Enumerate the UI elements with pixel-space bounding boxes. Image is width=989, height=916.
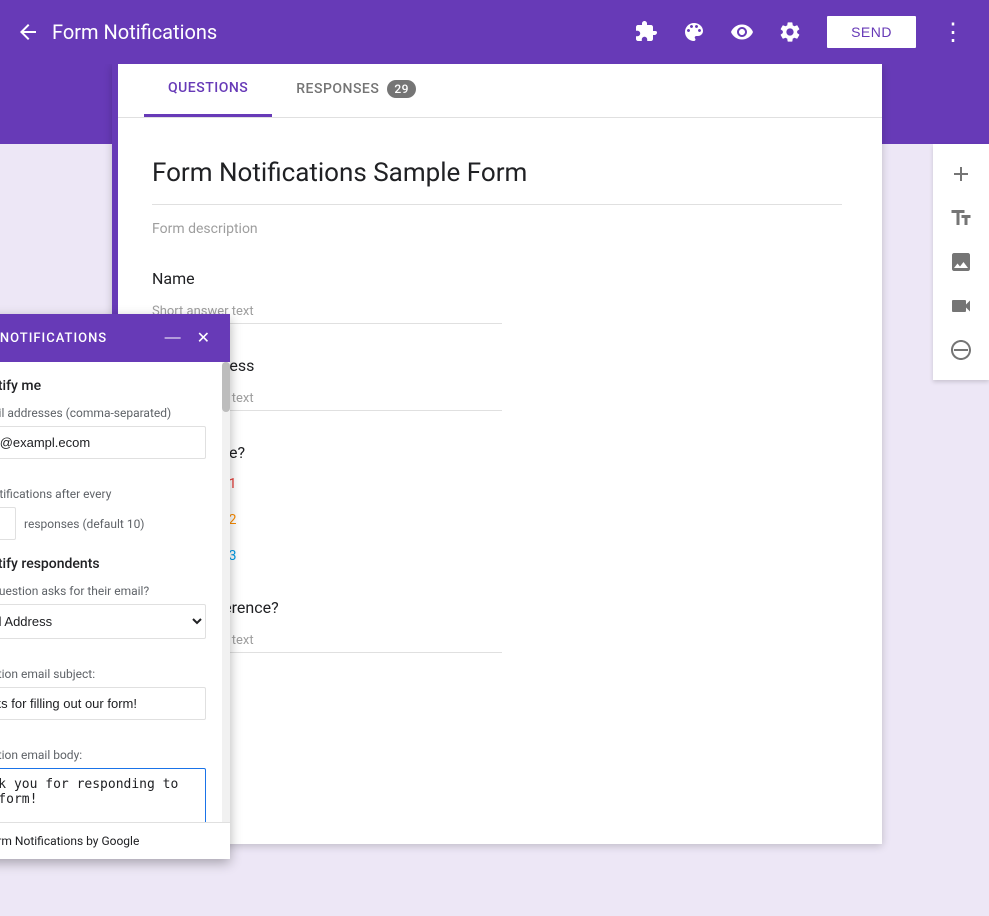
notify-respondents-label: Notify respondents	[0, 556, 100, 572]
name-field: Name Short answer text	[152, 269, 842, 324]
notifications-panel: FORM NOTIFICATIONS — ✕ Notify me My em	[0, 314, 230, 859]
email-field: Email Address Short answer text	[152, 356, 842, 411]
settings-icon-button[interactable]	[770, 12, 810, 52]
notifications-title: FORM NOTIFICATIONS	[0, 331, 107, 346]
email-section: My email addresses (comma-separated)	[0, 406, 206, 471]
which-question-label: Which question asks for their email?	[0, 584, 206, 598]
header: Form Notifications SEND ⋮	[0, 0, 989, 64]
eye-icon-button[interactable]	[722, 12, 762, 52]
your-choice-field: Your Choice? Option 1 Option 2 Option 3	[152, 443, 842, 566]
radio-option-1: Option 1	[152, 474, 842, 494]
add-image-button[interactable]	[939, 240, 983, 284]
notify-me-label: Notify me	[0, 378, 41, 394]
body-label: Notification email body:	[0, 748, 206, 762]
email-input[interactable]	[0, 426, 206, 459]
body-section: Notification email body: Thank you for r…	[0, 748, 206, 822]
notify-me-row: Notify me	[0, 378, 206, 394]
send-after-label: Send notifications after every	[0, 487, 206, 501]
send-after-section: Send notifications after every responses…	[0, 487, 206, 540]
which-question-select[interactable]: Email Address	[0, 604, 206, 639]
send-button[interactable]: SEND	[826, 15, 917, 49]
add-text-button[interactable]	[939, 196, 983, 240]
close-button[interactable]: ✕	[193, 326, 214, 350]
add-divider-button[interactable]	[939, 328, 983, 372]
tabs-container: QUESTIONS RESPONSES 29	[112, 64, 882, 118]
sidebar-icons	[933, 144, 989, 380]
radio-option-2: Option 2	[152, 510, 842, 530]
notifications-header: FORM NOTIFICATIONS — ✕	[0, 314, 230, 362]
header-left: Form Notifications	[16, 20, 626, 44]
send-after-input[interactable]	[0, 507, 16, 540]
subject-input[interactable]	[0, 687, 206, 720]
your-choice-label: Your Choice?	[152, 443, 842, 462]
form-description: Form description	[152, 221, 842, 237]
puzzle-icon-button[interactable]	[626, 12, 666, 52]
responses-badge: 29	[387, 80, 416, 98]
form-title: Form Notifications Sample Form	[152, 158, 842, 205]
more-options-button[interactable]: ⋮	[933, 10, 973, 55]
notifications-footer: N Form Notifications by Google	[0, 822, 230, 859]
name-field-label: Name	[152, 269, 842, 288]
color-preference-field: Color Preference? Short answer text	[152, 598, 842, 653]
minimize-button[interactable]: —	[161, 326, 185, 350]
radio-option-3: Option 3	[152, 546, 842, 566]
add-element-button[interactable]	[939, 152, 983, 196]
send-after-suffix: responses (default 10)	[24, 517, 145, 531]
email-field-label: Email Address	[152, 356, 842, 375]
subject-label: Notification email subject:	[0, 667, 206, 681]
palette-icon-button[interactable]	[674, 12, 714, 52]
notifications-header-buttons: — ✕	[161, 326, 214, 350]
notify-respondents-row: Notify respondents	[0, 556, 206, 572]
color-preference-label: Color Preference?	[152, 598, 842, 617]
back-button[interactable]	[16, 20, 40, 44]
tab-responses[interactable]: RESPONSES 29	[272, 64, 440, 117]
email-field-label: My email addresses (comma-separated)	[0, 406, 206, 420]
scrollbar-thumb[interactable]	[222, 362, 230, 412]
header-icons: SEND ⋮	[626, 10, 973, 55]
add-video-button[interactable]	[939, 284, 983, 328]
header-title: Form Notifications	[52, 20, 217, 44]
scrollbar-track	[222, 362, 230, 822]
footer-text: Form Notifications by Google	[0, 834, 139, 848]
send-after-row: responses (default 10)	[0, 507, 206, 540]
body-textarea[interactable]: Thank you for responding to our form!	[0, 768, 206, 822]
which-question-section: Which question asks for their email? Ema…	[0, 584, 206, 651]
notifications-body: Notify me My email addresses (comma-sepa…	[0, 362, 222, 822]
subject-section: Notification email subject:	[0, 667, 206, 732]
tab-questions[interactable]: QUESTIONS	[144, 64, 272, 117]
